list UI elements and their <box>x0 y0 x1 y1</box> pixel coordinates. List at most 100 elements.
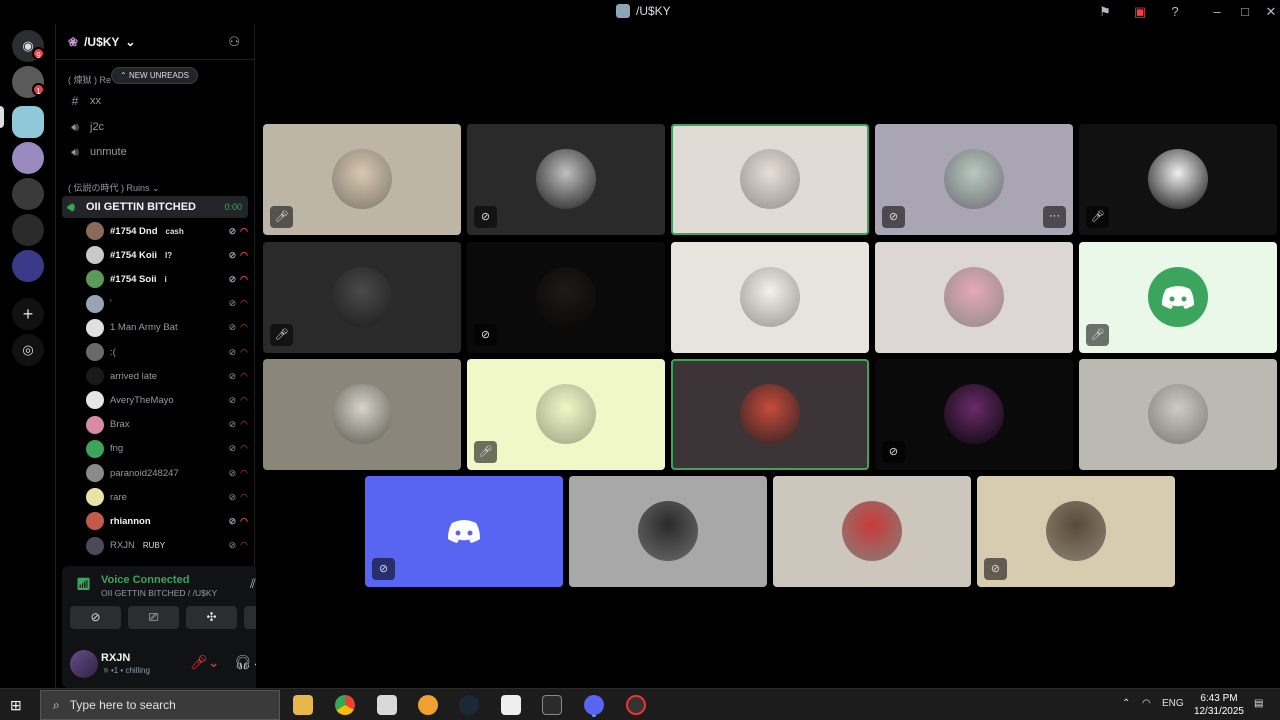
voice-user[interactable]: #1754 Dnd cash ⊘ ◠ <box>86 220 248 242</box>
windows-start-icon[interactable]: ⊞ <box>10 697 22 714</box>
avatar <box>86 318 104 337</box>
server-icon[interactable] <box>12 214 44 246</box>
chrome-icon[interactable] <box>335 695 355 715</box>
participant-tile[interactable] <box>875 241 1073 353</box>
voice-user[interactable]: paranoid248247 ⊘ ◠ <box>86 462 248 484</box>
avatar <box>1148 384 1208 444</box>
muted-icon: ⊘ <box>228 467 237 478</box>
voice-user[interactable]: 1 Man Army Bat ⊘ ◠ <box>86 317 248 339</box>
voice-user[interactable]: AveryTheMayo ⊘ ◠ <box>86 389 248 411</box>
channel-j2c[interactable]: 🔊︎ j2c <box>66 116 244 138</box>
server-icon[interactable] <box>12 142 44 174</box>
username[interactable]: RXJN <box>101 652 130 664</box>
participant-tile[interactable] <box>773 476 971 587</box>
participant-tile[interactable]: 🎤︎ <box>263 124 461 235</box>
voice-user[interactable]: arrived late ⊘ ◠ <box>86 365 248 387</box>
new-unreads-button[interactable]: ⌃ NEW UNREADS <box>111 67 198 84</box>
participant-tile[interactable]: ⊘ <box>977 476 1175 587</box>
language-indicator[interactable]: ENG <box>1162 698 1184 709</box>
signal-icon[interactable]: 📶︎ <box>76 577 91 591</box>
voice-user-name: rhiannon <box>110 515 151 527</box>
mute-microphone-icon[interactable]: 🎤︎⌄ <box>190 654 220 671</box>
avatar <box>86 391 104 410</box>
voice-state-icons: ⊘ ◠ <box>229 250 248 261</box>
participant-tile[interactable] <box>671 124 869 235</box>
file-explorer-icon[interactable] <box>293 695 313 715</box>
channel-xx[interactable]: # xx <box>66 90 244 112</box>
participant-tile[interactable]: ⊘ <box>365 476 563 587</box>
chevron-down-icon: ⌄ <box>125 35 136 49</box>
help-icon[interactable]: ? <box>1166 4 1184 20</box>
taskbar-search-input[interactable]: ⌕ Type here to search <box>40 690 280 720</box>
screen-share-icon[interactable]: ▣ <box>1131 4 1149 20</box>
category-header[interactable]: ( 煉獄 ) Re <box>68 73 111 86</box>
voice-connected-label[interactable]: Voice Connected <box>101 574 189 586</box>
close-button[interactable]: ✕ <box>1262 4 1280 20</box>
voice-user-name: arrived late <box>110 370 157 382</box>
activities-button[interactable]: ✣ <box>186 606 237 629</box>
camera-button[interactable]: ⊘ <box>70 606 121 629</box>
voice-user[interactable]: rare ⊘ ◠ <box>86 486 248 508</box>
avatar <box>86 343 104 361</box>
server-icon[interactable] <box>12 106 44 138</box>
participant-tile[interactable] <box>1079 359 1277 470</box>
avatar <box>1046 501 1106 561</box>
voice-user-name: paranoid248247 <box>110 467 179 479</box>
window-titlebar: /U$KY ⚑ ▣ ? – □ ✕ <box>0 0 1280 24</box>
participant-tile[interactable] <box>263 359 461 470</box>
participant-tile[interactable] <box>671 241 869 353</box>
participant-tile[interactable]: ⊘ <box>467 124 665 235</box>
participant-tile[interactable]: 🎤︎ <box>467 359 665 470</box>
invite-people-icon[interactable]: ⚇ <box>228 34 240 50</box>
discover-icon[interactable]: ◎ <box>12 334 44 366</box>
participant-tile[interactable] <box>671 359 869 470</box>
selected-indicator <box>0 106 4 128</box>
recorder-icon[interactable] <box>626 695 646 715</box>
voice-channel-path[interactable]: OII GETTIN BITCHED / /U$KY <box>101 588 217 598</box>
noise-suppression-icon[interactable]: ⫽ <box>250 576 256 592</box>
search-icon: ⌕ <box>53 697 60 712</box>
participant-tile[interactable]: ⊘ <box>467 241 665 353</box>
participant-tile[interactable]: 🎤︎ <box>1079 124 1277 235</box>
participant-tile[interactable]: 🎤︎ <box>1079 241 1277 353</box>
deafened-icon: ◠ <box>240 443 248 454</box>
participant-tile[interactable] <box>569 476 767 587</box>
tray-chevron-icon[interactable]: ⌃ <box>1122 698 1130 709</box>
category-header[interactable]: ( 伝説の時代 ) Ruins ⌄ <box>68 181 160 194</box>
server-folder-icon[interactable] <box>12 250 44 282</box>
inbox-icon[interactable]: ⚑ <box>1096 4 1114 20</box>
participant-tile[interactable]: 🎤︎ <box>263 241 461 353</box>
guild-header[interactable]: ❀ /U$KY ⌄ ⚇ <box>56 24 254 60</box>
server-icon[interactable] <box>12 178 44 210</box>
voice-user[interactable]: #1754 Koii I? ⊘ ◠ <box>86 244 248 266</box>
voice-user[interactable]: RXJN RUBY ⊘ ◠ <box>86 535 248 557</box>
terminal-icon[interactable] <box>542 695 562 715</box>
taskbar-clock[interactable]: 6:43 PM 12/31/2025 <box>1194 692 1244 718</box>
participant-tile[interactable]: ⊘ ··· <box>875 124 1073 235</box>
notepad-icon[interactable] <box>377 695 397 715</box>
more-options-icon[interactable]: ··· <box>1043 206 1066 228</box>
app-icon[interactable] <box>418 695 438 715</box>
minimize-button[interactable]: – <box>1208 4 1226 20</box>
maximize-button[interactable]: □ <box>1236 4 1254 20</box>
discord-taskbar-icon[interactable] <box>584 695 604 715</box>
guild-name[interactable]: ❀ /U$KY ⌄ <box>68 35 135 49</box>
voice-stage: 🎤︎ ⊘ ⊘ ··· 🎤︎ 🎤︎ ⊘ 🎤︎ 🎤︎ ⊘ ⊘ ⊘ <box>256 24 1280 688</box>
add-server-icon[interactable]: + <box>12 298 44 330</box>
voice-user[interactable]: :(⊘ ◠ <box>86 341 248 363</box>
voice-user[interactable]: Brax ⊘ ◠ <box>86 414 248 436</box>
participant-tile[interactable]: ⊘ <box>875 359 1073 470</box>
channel-unmute[interactable]: 🔊︎ unmute <box>66 141 244 163</box>
voice-user[interactable]: fng ⊘ ◠ <box>86 438 248 460</box>
capcut-icon[interactable] <box>501 695 521 715</box>
voice-user[interactable]: ' ⊘ ◠ <box>86 293 248 315</box>
screen-share-button[interactable]: ⎚ <box>128 606 179 629</box>
steam-icon[interactable] <box>459 695 479 715</box>
voice-user[interactable]: #1754 Soii i ⊘ ◠ <box>86 268 248 290</box>
notification-center-icon[interactable]: ▤ <box>1254 698 1263 709</box>
active-voice-channel[interactable]: 🔊︎ OII GETTIN BITCHED 0:00 <box>62 196 248 218</box>
avatar[interactable] <box>70 650 98 678</box>
deafened-icon: ◠ <box>240 540 248 551</box>
wifi-icon[interactable]: ◠ <box>1142 698 1151 709</box>
voice-user[interactable]: rhiannon ⊘ ◠ <box>86 510 248 532</box>
